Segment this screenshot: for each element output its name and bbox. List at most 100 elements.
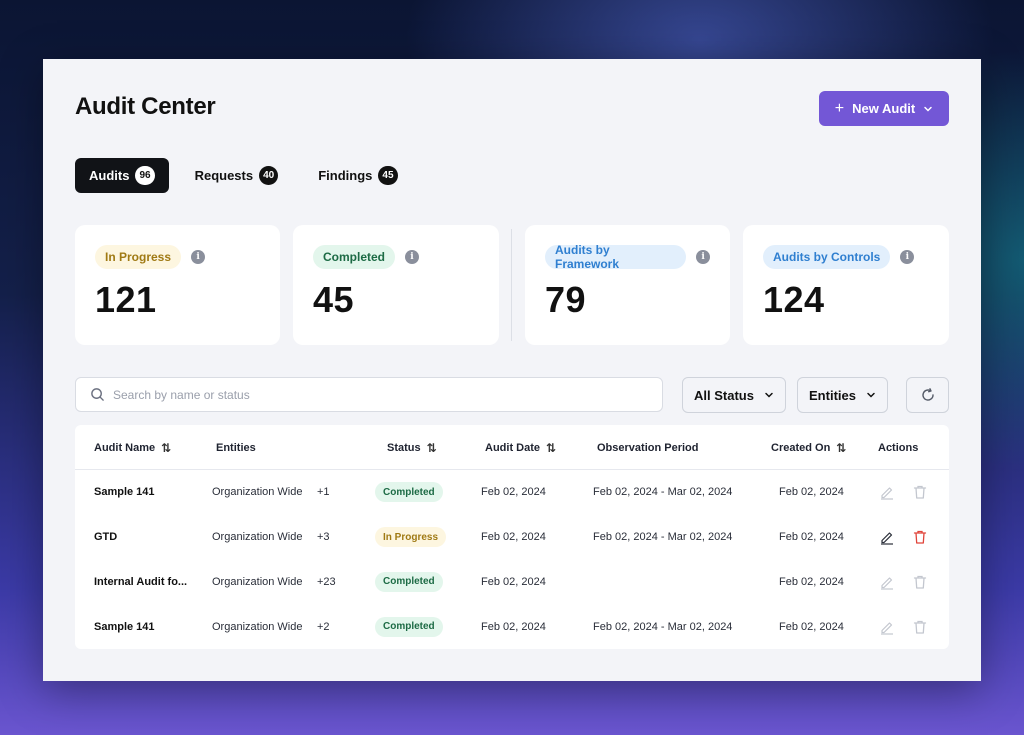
column-label: Entities (216, 441, 256, 454)
stat-value: 79 (545, 279, 587, 320)
chevron-down-icon (867, 392, 875, 398)
audits-table: Audit Name ⇅ Entities Status ⇅ Audit Dat… (75, 425, 949, 649)
column-header-audit-name: Audit Name ⇅ (94, 425, 171, 470)
info-icon[interactable]: i (405, 250, 420, 264)
stat-card-framework[interactable]: Audits by Framework i 79 (525, 225, 730, 345)
created-on-cell: Feb 02, 2024 (779, 486, 844, 499)
sort-icon[interactable]: ⇅ (161, 441, 171, 455)
audit-name-cell[interactable]: Sample 141 (94, 604, 155, 649)
entities-filter-label: Entities (809, 387, 856, 403)
observation-period-cell: Feb 02, 2024 - Mar 02, 2024 (593, 531, 733, 544)
status-cell: Completed (375, 604, 443, 649)
stat-value: 45 (313, 279, 355, 320)
column-label: Actions (878, 441, 919, 454)
observation-period-cell: Feb 02, 2024 - Mar 02, 2024 (593, 620, 733, 633)
chevron-down-icon (765, 392, 773, 398)
status-badge: In Progress (375, 527, 447, 548)
new-audit-button[interactable]: + New Audit (819, 91, 949, 126)
status-cell: In Progress (375, 515, 447, 560)
pencil-icon[interactable] (877, 527, 897, 547)
column-header-entities: Entities (216, 425, 256, 470)
info-icon[interactable]: i (900, 250, 915, 264)
column-label: Created On (771, 441, 831, 454)
trash-icon[interactable] (910, 617, 930, 637)
tab-requests[interactable]: Requests 40 (181, 158, 293, 193)
stat-card-completed[interactable]: Completed i 45 (293, 225, 499, 345)
table-body: Sample 141 Organization Wide +1 Complete… (75, 470, 949, 649)
entity-extra-count[interactable]: +3 (317, 515, 330, 560)
audit-center-panel: Audit Center + New Audit Audits 96 Reque… (43, 59, 981, 681)
trash-icon[interactable] (910, 482, 930, 502)
table-header: Audit Name ⇅ Entities Status ⇅ Audit Dat… (75, 425, 949, 470)
entity-cell: Organization Wide (212, 531, 303, 544)
edit-action (877, 560, 897, 605)
delete-action (910, 604, 930, 649)
created-on-cell: Feb 02, 2024 (779, 531, 844, 544)
status-filter-label: All Status (694, 387, 754, 403)
tab-label: Requests (194, 168, 254, 183)
column-label: Status (387, 441, 421, 454)
status-cell: Completed (375, 560, 443, 605)
info-icon[interactable]: i (696, 250, 710, 264)
table-row[interactable]: Sample 141 Organization Wide +2 Complete… (75, 604, 949, 649)
plus-icon: + (834, 99, 845, 117)
tab-audits[interactable]: Audits 96 (75, 158, 169, 193)
search-bar (75, 377, 663, 412)
column-header-observation-period: Observation Period (597, 425, 698, 470)
tab-count-badge: 40 (259, 166, 279, 185)
entity-cell: Organization Wide (212, 486, 303, 499)
column-header-actions: Actions (878, 425, 918, 470)
entity-cell: Organization Wide (212, 620, 303, 633)
tab-label: Audits (89, 168, 130, 183)
created-on-cell: Feb 02, 2024 (779, 575, 844, 588)
audit-name-cell[interactable]: Internal Audit fo... (94, 560, 187, 605)
trash-icon[interactable] (910, 572, 930, 592)
new-audit-label: New Audit (852, 101, 916, 116)
table-row[interactable]: GTD Organization Wide +3 In Progress Feb… (75, 515, 949, 560)
column-label: Audit Name (94, 441, 156, 454)
tab-bar: Audits 96 Requests 40 Findings 45 (75, 158, 412, 193)
search-input[interactable] (113, 387, 662, 402)
status-badge: Completed (375, 482, 443, 503)
entities-filter-dropdown[interactable]: Entities (797, 377, 888, 413)
stat-card-controls[interactable]: Audits by Controls i 124 (743, 225, 949, 345)
refresh-button[interactable] (906, 377, 949, 413)
entity-extra-count[interactable]: +23 (317, 560, 336, 605)
page-title: Audit Center (75, 93, 216, 120)
audit-date-cell: Feb 02, 2024 (481, 620, 546, 633)
sort-icon[interactable]: ⇅ (836, 441, 846, 455)
stat-card-in-progress[interactable]: In Progress i 121 (75, 225, 280, 345)
stat-label: Audits by Framework (545, 243, 687, 271)
delete-action (910, 470, 930, 515)
pencil-icon[interactable] (877, 482, 897, 502)
pencil-icon[interactable] (877, 572, 897, 592)
entity-extra-count[interactable]: +2 (317, 604, 330, 649)
audit-name-cell[interactable]: Sample 141 (94, 470, 155, 515)
table-row[interactable]: Internal Audit fo... Organization Wide +… (75, 560, 949, 605)
observation-period-cell: Feb 02, 2024 - Mar 02, 2024 (593, 486, 733, 499)
column-label: Observation Period (597, 441, 699, 454)
trash-icon[interactable] (910, 527, 930, 547)
delete-action (910, 560, 930, 605)
delete-action (910, 515, 930, 560)
entity-extra-count[interactable]: +1 (317, 470, 330, 515)
edit-action (877, 470, 897, 515)
sort-icon[interactable]: ⇅ (546, 441, 556, 455)
status-cell: Completed (375, 470, 443, 515)
stats-row: In Progress i 121 Completed i 45 Audits … (75, 225, 949, 345)
column-label: Audit Date (485, 441, 540, 454)
audit-name-cell[interactable]: GTD (94, 515, 117, 560)
table-row[interactable]: Sample 141 Organization Wide +1 Complete… (75, 470, 949, 515)
stat-label: Audits by Controls (763, 245, 891, 269)
status-filter-dropdown[interactable]: All Status (682, 377, 786, 413)
tab-count-badge: 45 (378, 166, 398, 185)
created-on-cell: Feb 02, 2024 (779, 620, 844, 633)
audit-date-cell: Feb 02, 2024 (481, 575, 546, 588)
audit-date-cell: Feb 02, 2024 (481, 531, 546, 544)
sort-icon[interactable]: ⇅ (427, 441, 437, 455)
tab-findings[interactable]: Findings 45 (304, 158, 411, 193)
tab-label: Findings (318, 168, 373, 183)
pencil-icon[interactable] (877, 617, 897, 637)
info-icon[interactable]: i (191, 250, 206, 264)
entity-cell: Organization Wide (212, 575, 303, 588)
